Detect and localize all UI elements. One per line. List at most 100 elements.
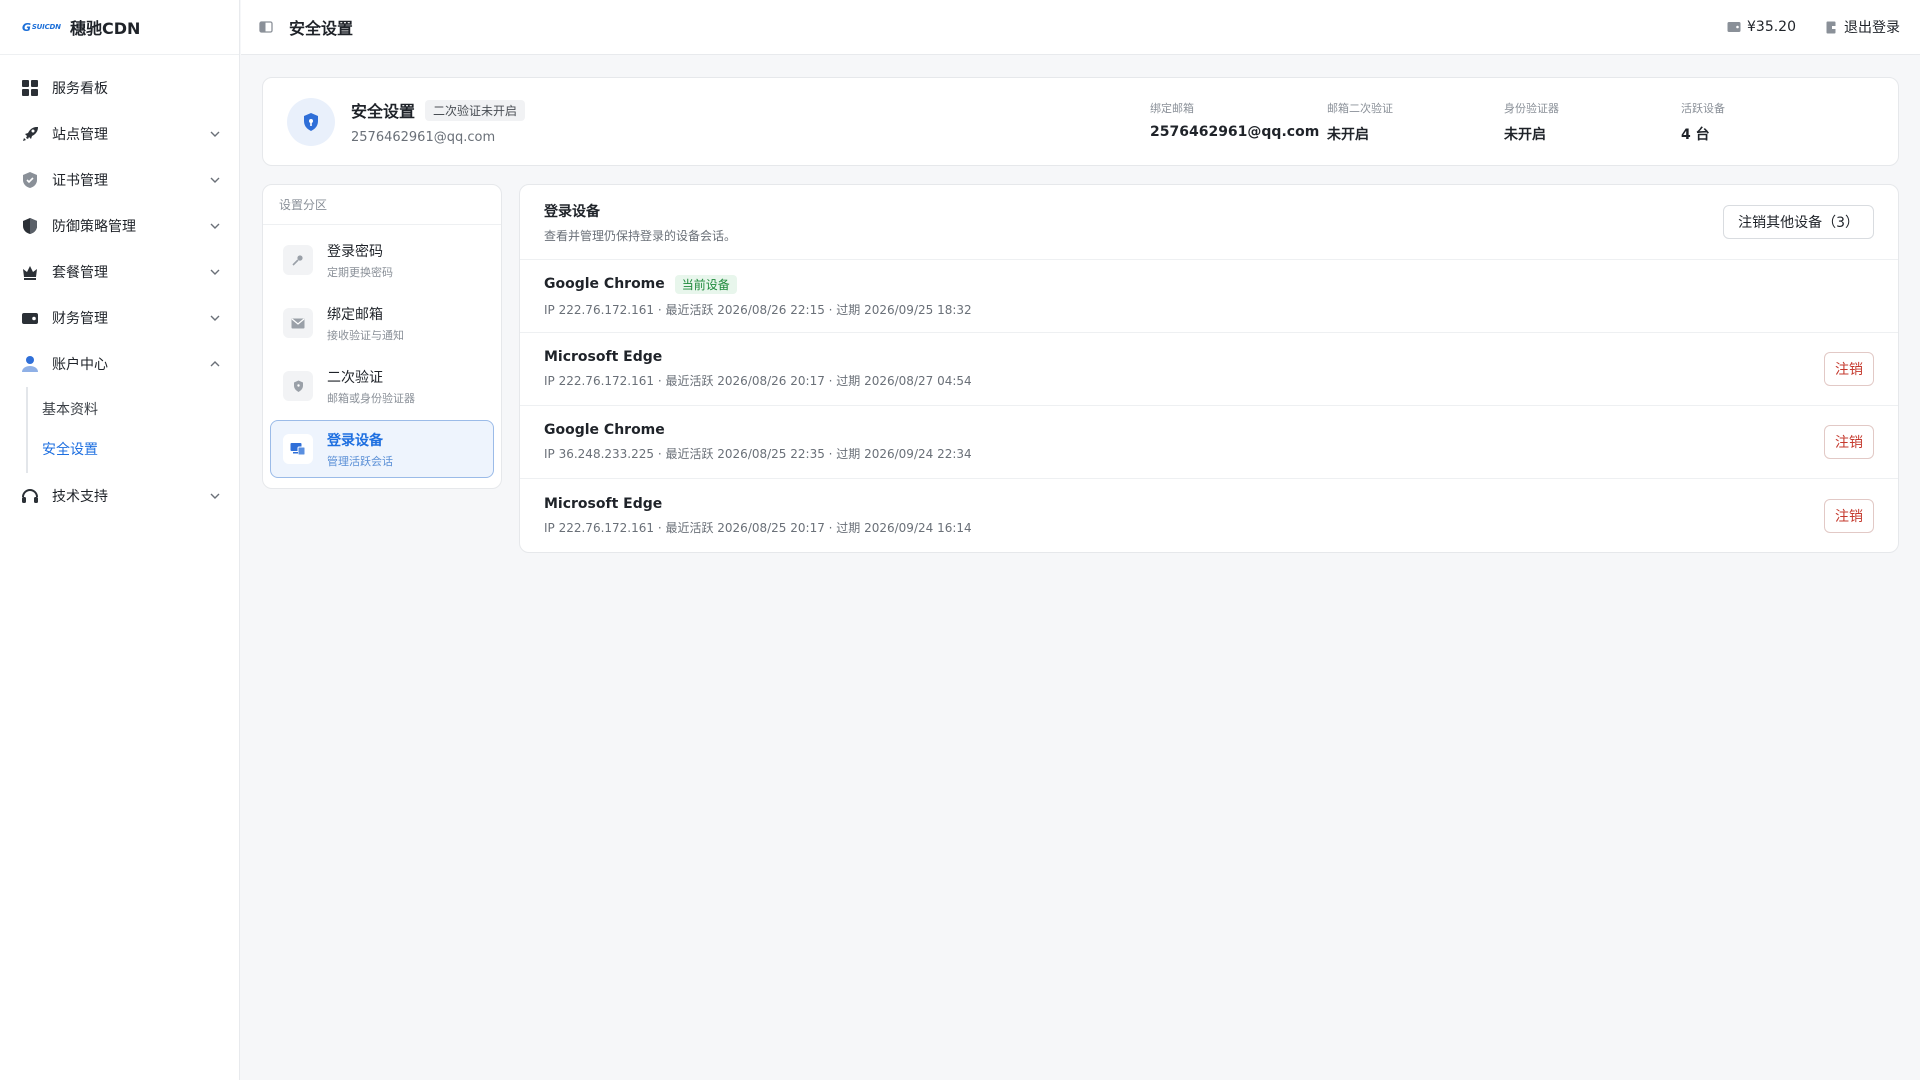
summary-title-block: 安全设置 二次验证未开启 2576462961@qq.com bbox=[351, 98, 1150, 145]
balance-value: ¥35.20 bbox=[1747, 19, 1796, 35]
defense-shield-icon bbox=[20, 216, 40, 236]
nav-label: 套餐管理 bbox=[52, 265, 108, 281]
device-meta: IP 222.76.172.161 · 最近活跃 2026/08/25 20:1… bbox=[544, 520, 972, 535]
balance-display[interactable]: ¥35.20 bbox=[1727, 19, 1796, 35]
section-item-2fa[interactable]: 二次验证 邮箱或身份验证器 bbox=[270, 357, 494, 415]
stat-value: 未开启 bbox=[1327, 126, 1369, 143]
chevron-down-icon bbox=[209, 220, 221, 232]
brand-name: 穗驰CDN bbox=[70, 19, 141, 38]
device-row: Google Chrome IP 36.248.233.225 · 最近活跃 2… bbox=[520, 406, 1898, 479]
stat-email-2fa: 邮箱二次验证 未开启 bbox=[1327, 100, 1504, 144]
brand-logo: G SUICDN bbox=[22, 20, 61, 34]
stat-value: 2576462961@qq.com bbox=[1150, 123, 1320, 140]
chevron-up-icon bbox=[209, 358, 221, 370]
stat-label: 绑定邮箱 bbox=[1150, 101, 1194, 115]
sections-heading: 设置分区 bbox=[263, 185, 501, 225]
logout-label: 退出登录 bbox=[1844, 20, 1900, 36]
current-device-badge: 当前设备 bbox=[674, 274, 737, 294]
mail-icon bbox=[283, 308, 313, 338]
device-row: Google Chrome 当前设备 IP 222.76.172.161 · 最… bbox=[520, 260, 1898, 333]
section-desc: 接收验证与通知 bbox=[327, 328, 404, 342]
stat-label: 邮箱二次验证 bbox=[1327, 101, 1393, 115]
device-row: Microsoft Edge IP 222.76.172.161 · 最近活跃 … bbox=[520, 479, 1898, 552]
stat-value: 4 台 bbox=[1681, 126, 1710, 143]
key-icon bbox=[283, 245, 313, 275]
revoke-device-button[interactable]: 注销 bbox=[1824, 425, 1874, 459]
stat-label: 身份验证器 bbox=[1504, 101, 1559, 115]
nav-label: 账户中心 bbox=[52, 357, 108, 373]
device-name: Google Chrome bbox=[544, 276, 665, 292]
shield-icon bbox=[283, 371, 313, 401]
headset-icon bbox=[20, 486, 40, 506]
chevron-down-icon bbox=[209, 266, 221, 278]
chevron-down-icon bbox=[209, 174, 221, 186]
brand[interactable]: G SUICDN 穗驰CDN bbox=[0, 0, 239, 55]
user-icon bbox=[20, 354, 40, 374]
nav-item-support[interactable]: 技术支持 bbox=[0, 473, 239, 519]
page-title: 安全设置 bbox=[289, 19, 354, 38]
sidebar: G SUICDN 穗驰CDN 服务看板 站点管理 证书管理 防御策略管理 套餐管… bbox=[0, 0, 240, 1080]
device-row: Microsoft Edge IP 222.76.172.161 · 最近活跃 … bbox=[520, 333, 1898, 406]
nav-item-sites[interactable]: 站点管理 bbox=[0, 111, 239, 157]
nav-item-dashboard[interactable]: 服务看板 bbox=[0, 65, 239, 111]
topbar: 安全设置 ¥35.20 退出登录 bbox=[241, 0, 1920, 55]
devices-panel-desc: 查看并管理仍保持登录的设备会话。 bbox=[544, 228, 737, 243]
device-meta: IP 36.248.233.225 · 最近活跃 2026/08/25 22:3… bbox=[544, 447, 972, 461]
section-item-devices[interactable]: 登录设备 管理活跃会话 bbox=[270, 420, 494, 478]
section-title: 二次验证 bbox=[327, 369, 383, 386]
summary-title: 安全设置 bbox=[351, 102, 416, 121]
nav-label: 服务看板 bbox=[52, 81, 108, 97]
device-name: Google Chrome bbox=[544, 422, 665, 438]
nav-item-defense[interactable]: 防御策略管理 bbox=[0, 203, 239, 249]
logout-button[interactable]: 退出登录 bbox=[1826, 17, 1900, 37]
devices-panel-title: 登录设备 bbox=[544, 203, 600, 220]
device-name: Microsoft Edge bbox=[544, 495, 663, 512]
section-title: 登录设备 bbox=[327, 432, 383, 449]
login-devices-panel: 登录设备 查看并管理仍保持登录的设备会话。 注销其他设备（3） Google C… bbox=[519, 184, 1899, 553]
sidebar-toggle-icon[interactable] bbox=[259, 19, 275, 35]
sub-item-profile[interactable]: 基本资料 bbox=[28, 389, 239, 429]
sub-item-security[interactable]: 安全设置 bbox=[28, 429, 239, 469]
wallet-icon bbox=[20, 308, 40, 328]
stat-bound-email: 绑定邮箱 2576462961@qq.com bbox=[1150, 100, 1327, 144]
certificate-shield-icon bbox=[20, 170, 40, 190]
section-item-password[interactable]: 登录密码 定期更换密码 bbox=[270, 231, 494, 289]
sections-list: 登录密码 定期更换密码 绑定邮箱 接收验证与通知 二次验证 邮箱或身份验证器 登… bbox=[263, 225, 501, 489]
section-title: 登录密码 bbox=[327, 243, 383, 260]
device-meta: IP 222.76.172.161 · 最近活跃 2026/08/26 22:1… bbox=[544, 302, 972, 317]
logout-icon bbox=[1826, 21, 1838, 33]
nav-label: 技术支持 bbox=[52, 489, 108, 505]
section-desc: 定期更换密码 bbox=[327, 265, 393, 279]
chevron-down-icon bbox=[209, 312, 221, 324]
two-factor-status-badge: 二次验证未开启 bbox=[425, 99, 526, 121]
account-sub-nav: 基本资料 安全设置 bbox=[26, 387, 239, 473]
nav-item-plans[interactable]: 套餐管理 bbox=[0, 249, 239, 295]
settings-sections-panel: 设置分区 登录密码 定期更换密码 绑定邮箱 接收验证与通知 二次验证 邮箱或身份… bbox=[262, 184, 502, 489]
wallet-icon bbox=[1727, 22, 1741, 32]
stat-value: 未开启 bbox=[1504, 126, 1546, 143]
revoke-other-devices-button[interactable]: 注销其他设备（3） bbox=[1723, 205, 1874, 239]
summary-stats: 绑定邮箱 2576462961@qq.com 邮箱二次验证 未开启 身份验证器 … bbox=[1150, 100, 1898, 144]
nav-item-certificates[interactable]: 证书管理 bbox=[0, 157, 239, 203]
security-summary-card: 安全设置 二次验证未开启 2576462961@qq.com 绑定邮箱 2576… bbox=[262, 77, 1899, 166]
nav-label: 站点管理 bbox=[52, 127, 108, 143]
revoke-device-button[interactable]: 注销 bbox=[1824, 498, 1874, 533]
section-desc: 管理活跃会话 bbox=[327, 454, 393, 468]
nav-label: 证书管理 bbox=[52, 173, 108, 189]
nav-item-account[interactable]: 账户中心 bbox=[0, 341, 239, 387]
dashboard-icon bbox=[20, 78, 40, 98]
crown-icon bbox=[20, 262, 40, 282]
stat-active-devices: 活跃设备 4 台 bbox=[1681, 100, 1858, 144]
devices-panel-header: 登录设备 查看并管理仍保持登录的设备会话。 注销其他设备（3） bbox=[520, 185, 1898, 260]
main-nav: 服务看板 站点管理 证书管理 防御策略管理 套餐管理 财务管理 账户中心 基本资… bbox=[0, 55, 239, 519]
shield-icon bbox=[287, 97, 335, 146]
revoke-device-button[interactable]: 注销 bbox=[1824, 352, 1874, 386]
section-item-email[interactable]: 绑定邮箱 接收验证与通知 bbox=[270, 294, 494, 352]
nav-label: 防御策略管理 bbox=[52, 219, 136, 235]
summary-email: 2576462961@qq.com bbox=[351, 130, 496, 145]
rocket-icon bbox=[20, 124, 40, 144]
stat-label: 活跃设备 bbox=[1681, 101, 1725, 115]
nav-item-finance[interactable]: 财务管理 bbox=[0, 295, 239, 341]
stat-authenticator: 身份验证器 未开启 bbox=[1504, 100, 1681, 144]
section-title: 绑定邮箱 bbox=[327, 306, 383, 323]
